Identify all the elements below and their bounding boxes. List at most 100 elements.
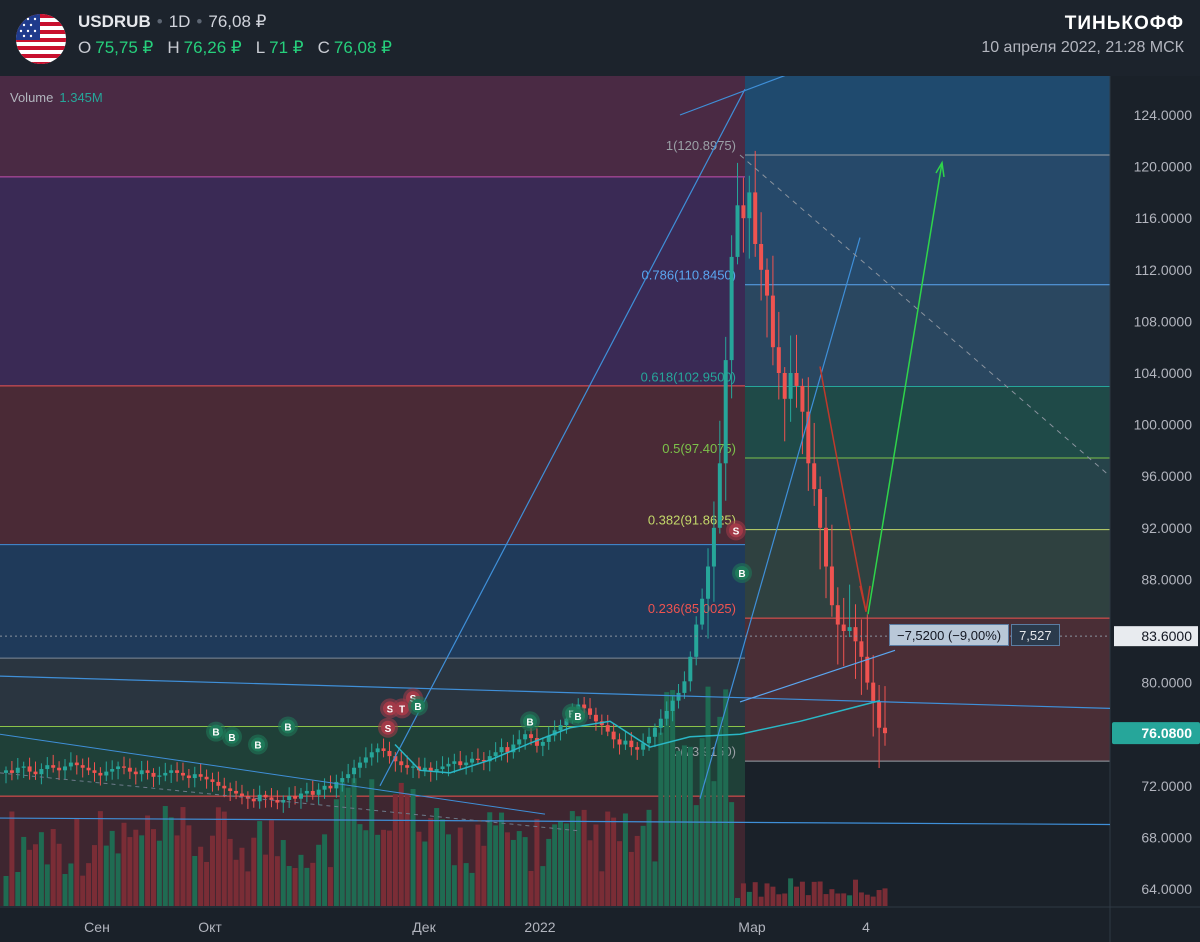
- volume-bar: [575, 816, 581, 906]
- candle-body: [369, 752, 374, 758]
- candle-body: [706, 566, 711, 599]
- volume-bar: [451, 865, 457, 906]
- close-label: C: [317, 38, 330, 57]
- volume-bar: [345, 787, 351, 906]
- chart-canvas[interactable]: 1(120.8975) 0.786(110.8450) 0.618(102.9500…: [0, 76, 1200, 942]
- y-tick-label: 72.0000: [1141, 778, 1192, 794]
- volume-bar: [723, 689, 729, 906]
- volume-bar: [758, 896, 764, 906]
- candle-body: [110, 769, 115, 772]
- candle-body: [723, 360, 728, 464]
- candle-body: [611, 731, 616, 740]
- volume-bar: [86, 863, 92, 906]
- candle-body: [387, 750, 392, 757]
- volume-bar: [44, 864, 50, 906]
- candle-body: [759, 244, 764, 270]
- candle-body: [375, 748, 380, 753]
- candle-body: [9, 770, 14, 773]
- volume-bar: [658, 732, 664, 906]
- volume-bar: [363, 830, 369, 906]
- volume-bar: [263, 854, 269, 906]
- volume-bar: [204, 861, 210, 906]
- volume-bar: [103, 845, 109, 906]
- volume-bar: [469, 872, 475, 906]
- volume-bar: [740, 883, 746, 906]
- volume-bar: [558, 821, 564, 906]
- candle-body: [74, 762, 79, 766]
- symbol-name[interactable]: USDRUB: [78, 12, 151, 31]
- volume-bar: [599, 871, 605, 906]
- y-tick-label: 80.0000: [1141, 675, 1192, 691]
- volume-value: 1.345M: [59, 90, 103, 105]
- volume-bar: [735, 897, 741, 906]
- volume-bar: [823, 894, 829, 906]
- candle-body: [818, 489, 823, 528]
- candle-body: [629, 740, 634, 748]
- candle-body: [812, 463, 817, 490]
- volume-bar: [858, 892, 864, 906]
- candle-body: [257, 794, 262, 802]
- candle-body: [228, 788, 233, 791]
- trade-marker-label: S: [733, 526, 740, 537]
- volume-bar: [528, 870, 534, 906]
- volume-bar: [186, 825, 192, 906]
- candle-body: [523, 734, 528, 740]
- volume-bar: [375, 834, 381, 906]
- candle-body: [617, 739, 622, 745]
- volume-bar: [310, 862, 316, 906]
- interval-label[interactable]: 1D: [169, 12, 191, 31]
- volume-bar: [817, 881, 823, 906]
- candle-body: [92, 770, 97, 773]
- volume-bar: [121, 822, 127, 906]
- candle-body: [139, 770, 144, 775]
- volume-bar: [617, 841, 623, 906]
- candle-body: [15, 767, 20, 773]
- volume-bar: [286, 866, 292, 906]
- chart-header: USDRUB • 1D • 76,08 ₽ O 75,75 ₽ H 76,26 ₽ L 71 ₽ C…: [0, 0, 1200, 76]
- volume-bar: [257, 821, 263, 906]
- trade-marker-label: B: [574, 712, 581, 723]
- candle-body: [322, 785, 327, 790]
- high-label: H: [167, 38, 180, 57]
- fib-level-label: 0.236(85.0025): [648, 601, 736, 616]
- candle-body: [741, 205, 746, 219]
- volume-bar: [27, 849, 33, 906]
- fib-level-label: 0.786(110.8450): [642, 268, 736, 283]
- volume-bar: [357, 824, 363, 906]
- low-label: L: [255, 38, 266, 57]
- candle-body: [475, 758, 480, 760]
- candle-body: [239, 793, 244, 797]
- volume-bar: [729, 802, 735, 906]
- volume-bar: [215, 807, 221, 906]
- volume-bar: [522, 837, 528, 906]
- candle-body: [399, 761, 404, 766]
- candle-body: [293, 796, 298, 799]
- candle-body: [21, 766, 26, 768]
- volume-bar: [581, 809, 587, 906]
- volume-bar: [233, 859, 239, 906]
- volume-bar: [174, 835, 180, 906]
- chart-area[interactable]: 1(120.8975) 0.786(110.8450) 0.618(102.9500…: [0, 76, 1200, 942]
- volume-bar: [587, 840, 593, 906]
- volume-bar: [9, 811, 15, 906]
- volume-bar: [693, 805, 699, 906]
- volume-bar: [115, 853, 121, 906]
- volume-bar: [717, 716, 723, 906]
- candle-body: [310, 790, 315, 795]
- volume-bar: [15, 871, 21, 906]
- volume-bar: [268, 820, 274, 906]
- volume-bar: [646, 809, 652, 906]
- volume-bar: [392, 794, 398, 906]
- volume-bar: [493, 825, 499, 906]
- y-tick-label: 116.0000: [1135, 210, 1193, 226]
- candle-body: [234, 790, 239, 794]
- candle-body: [883, 727, 887, 734]
- candle-body: [847, 627, 852, 631]
- y-tick-label: 92.0000: [1141, 520, 1192, 536]
- volume-bar: [634, 835, 640, 906]
- volume-bar: [870, 896, 876, 906]
- volume-bar: [552, 824, 558, 906]
- volume-bar: [882, 888, 888, 906]
- candle-body: [151, 772, 156, 777]
- trade-marker: B: [408, 695, 428, 716]
